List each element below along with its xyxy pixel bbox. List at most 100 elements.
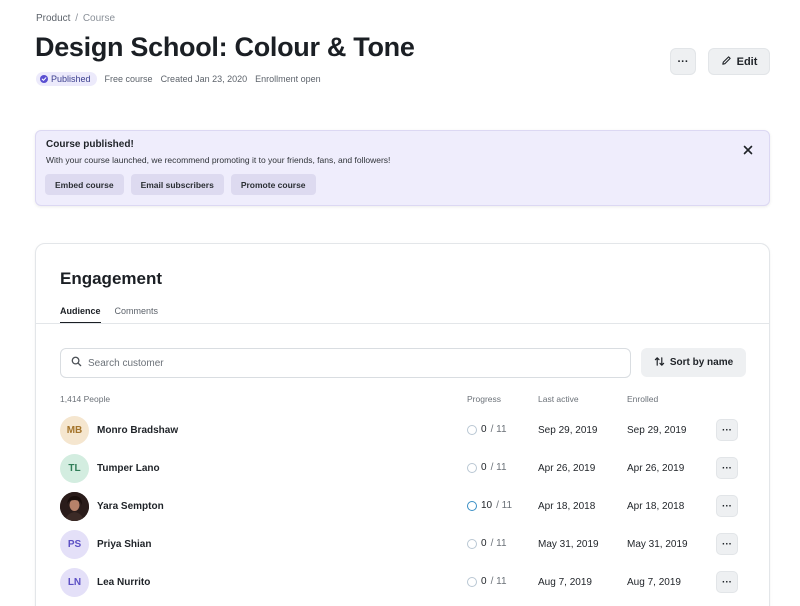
more-button[interactable]: ··· <box>670 48 696 75</box>
check-icon <box>40 75 48 83</box>
published-banner: Course published! With your course launc… <box>35 130 770 206</box>
engagement-card: Engagement Audience Comments Sort by nam… <box>35 243 770 606</box>
engagement-tabs: Audience Comments <box>60 306 158 324</box>
status-badge-label: Published <box>51 74 91 84</box>
progress-ring-icon <box>467 576 477 587</box>
avatar-initials: TL <box>68 463 81 474</box>
table-row[interactable]: LN Lea Nurrito 0 / 11 Aug 7, 2019 Aug 7,… <box>36 563 769 601</box>
page-title: Design School: Colour & Tone <box>35 32 415 62</box>
row-more-button[interactable]: ··· <box>716 495 738 517</box>
progress-cell: 0 / 11 <box>467 576 507 587</box>
email-subscribers-button[interactable]: Email subscribers <box>130 174 224 195</box>
progress-ring-icon <box>467 462 477 473</box>
enrolled-date: Apr 18, 2018 <box>627 501 685 512</box>
avatar: TL <box>60 454 89 483</box>
enrolled-date: May 31, 2019 <box>627 539 688 550</box>
avatar-initials: MB <box>66 425 83 436</box>
progress-value: 10 <box>481 500 493 511</box>
row-more-button[interactable]: ··· <box>716 533 738 555</box>
meta-enrollment: Enrollment open <box>255 74 321 84</box>
column-enrolled: Enrolled <box>627 394 659 404</box>
progress-ring-icon <box>467 424 477 435</box>
progress-total: / 11 <box>490 576 507 587</box>
tab-comments[interactable]: Comments <box>115 306 159 324</box>
tabs-divider <box>36 323 769 324</box>
breadcrumb: Product / Course <box>36 13 115 24</box>
edit-button[interactable]: Edit <box>708 48 770 75</box>
last-active-date: Aug 7, 2019 <box>538 577 592 588</box>
progress-total: / 11 <box>496 500 513 511</box>
customer-name[interactable]: Lea Nurrito <box>97 577 150 588</box>
more-icon: ··· <box>722 576 732 588</box>
avatar-initials: PS <box>67 539 82 550</box>
banner-title: Course published! <box>46 139 134 150</box>
sort-button[interactable]: Sort by name <box>641 348 746 377</box>
row-more-button[interactable]: ··· <box>716 571 738 593</box>
more-icon: ··· <box>677 55 689 68</box>
header-actions: ··· Edit <box>670 48 770 75</box>
progress-value: 0 <box>481 462 487 473</box>
meta-price: Free course <box>104 74 153 84</box>
progress-ring-icon <box>467 538 477 549</box>
more-icon: ··· <box>722 500 732 512</box>
progress-ring-icon <box>467 500 477 511</box>
more-icon: ··· <box>722 538 732 550</box>
table-row[interactable]: TL Tumper Lano 0 / 11 Apr 26, 2019 Apr 2… <box>36 449 769 487</box>
row-more-button[interactable]: ··· <box>716 419 738 441</box>
avatar <box>60 492 89 521</box>
search-field[interactable] <box>60 348 631 378</box>
progress-total: / 11 <box>490 424 507 435</box>
close-icon[interactable] <box>741 143 755 157</box>
breadcrumb-current: Course <box>82 13 116 24</box>
search-icon <box>71 354 82 372</box>
progress-total: / 11 <box>490 538 507 549</box>
embed-course-button[interactable]: Embed course <box>45 174 124 195</box>
people-count: 1,414 People <box>60 394 111 404</box>
promote-course-button[interactable]: Promote course <box>230 174 316 195</box>
last-active-date: May 31, 2019 <box>538 539 599 550</box>
avatar: MB <box>60 416 89 445</box>
search-input[interactable] <box>88 357 608 369</box>
avatar-initials: LN <box>67 577 82 588</box>
breadcrumb-separator: / <box>75 13 79 24</box>
banner-text: With your course launched, we recommend … <box>46 155 391 165</box>
avatar-photo-icon <box>60 492 89 521</box>
column-last-active: Last active <box>538 394 579 404</box>
more-icon: ··· <box>722 424 732 436</box>
progress-cell: 10 / 11 <box>467 500 512 511</box>
sort-icon <box>654 356 665 370</box>
progress-total: / 11 <box>490 462 507 473</box>
tab-audience[interactable]: Audience <box>60 306 101 324</box>
enrolled-date: Apr 26, 2019 <box>627 463 685 474</box>
last-active-date: Apr 18, 2018 <box>538 501 596 512</box>
customer-name[interactable]: Monro Bradshaw <box>97 425 178 436</box>
table-row[interactable]: PS Priya Shian 0 / 11 May 31, 2019 May 3… <box>36 525 769 563</box>
progress-cell: 0 / 11 <box>467 462 507 473</box>
customer-name[interactable]: Tumper Lano <box>97 463 160 474</box>
banner-actions: Embed course Email subscribers Promote c… <box>45 174 316 195</box>
table-row[interactable]: MB Monro Bradshaw 0 / 11 Sep 29, 2019 Se… <box>36 411 769 449</box>
progress-cell: 0 / 11 <box>467 538 507 549</box>
meta-created: Created Jan 23, 2020 <box>160 74 248 84</box>
enrolled-date: Aug 7, 2019 <box>627 577 681 588</box>
customer-name[interactable]: Priya Shian <box>97 539 151 550</box>
edit-button-label: Edit <box>736 55 758 68</box>
avatar: PS <box>60 530 89 559</box>
progress-cell: 0 / 11 <box>467 424 507 435</box>
customer-name[interactable]: Yara Sempton <box>97 501 164 512</box>
progress-value: 0 <box>481 576 487 587</box>
progress-value: 0 <box>481 424 487 435</box>
row-more-button[interactable]: ··· <box>716 457 738 479</box>
pencil-icon <box>721 55 732 69</box>
column-progress: Progress <box>467 394 502 404</box>
status-badge: Published <box>36 72 97 86</box>
progress-value: 0 <box>481 538 487 549</box>
course-meta: Published Free course Created Jan 23, 20… <box>36 72 321 86</box>
last-active-date: Sep 29, 2019 <box>538 425 598 436</box>
engagement-title: Engagement <box>60 269 163 288</box>
sort-button-label: Sort by name <box>669 357 734 368</box>
more-icon: ··· <box>722 462 732 474</box>
breadcrumb-parent[interactable]: Product <box>36 13 70 24</box>
enrolled-date: Sep 29, 2019 <box>627 425 687 436</box>
table-row[interactable]: Yara Sempton 10 / 11 Apr 18, 2018 Apr 18… <box>36 487 769 525</box>
